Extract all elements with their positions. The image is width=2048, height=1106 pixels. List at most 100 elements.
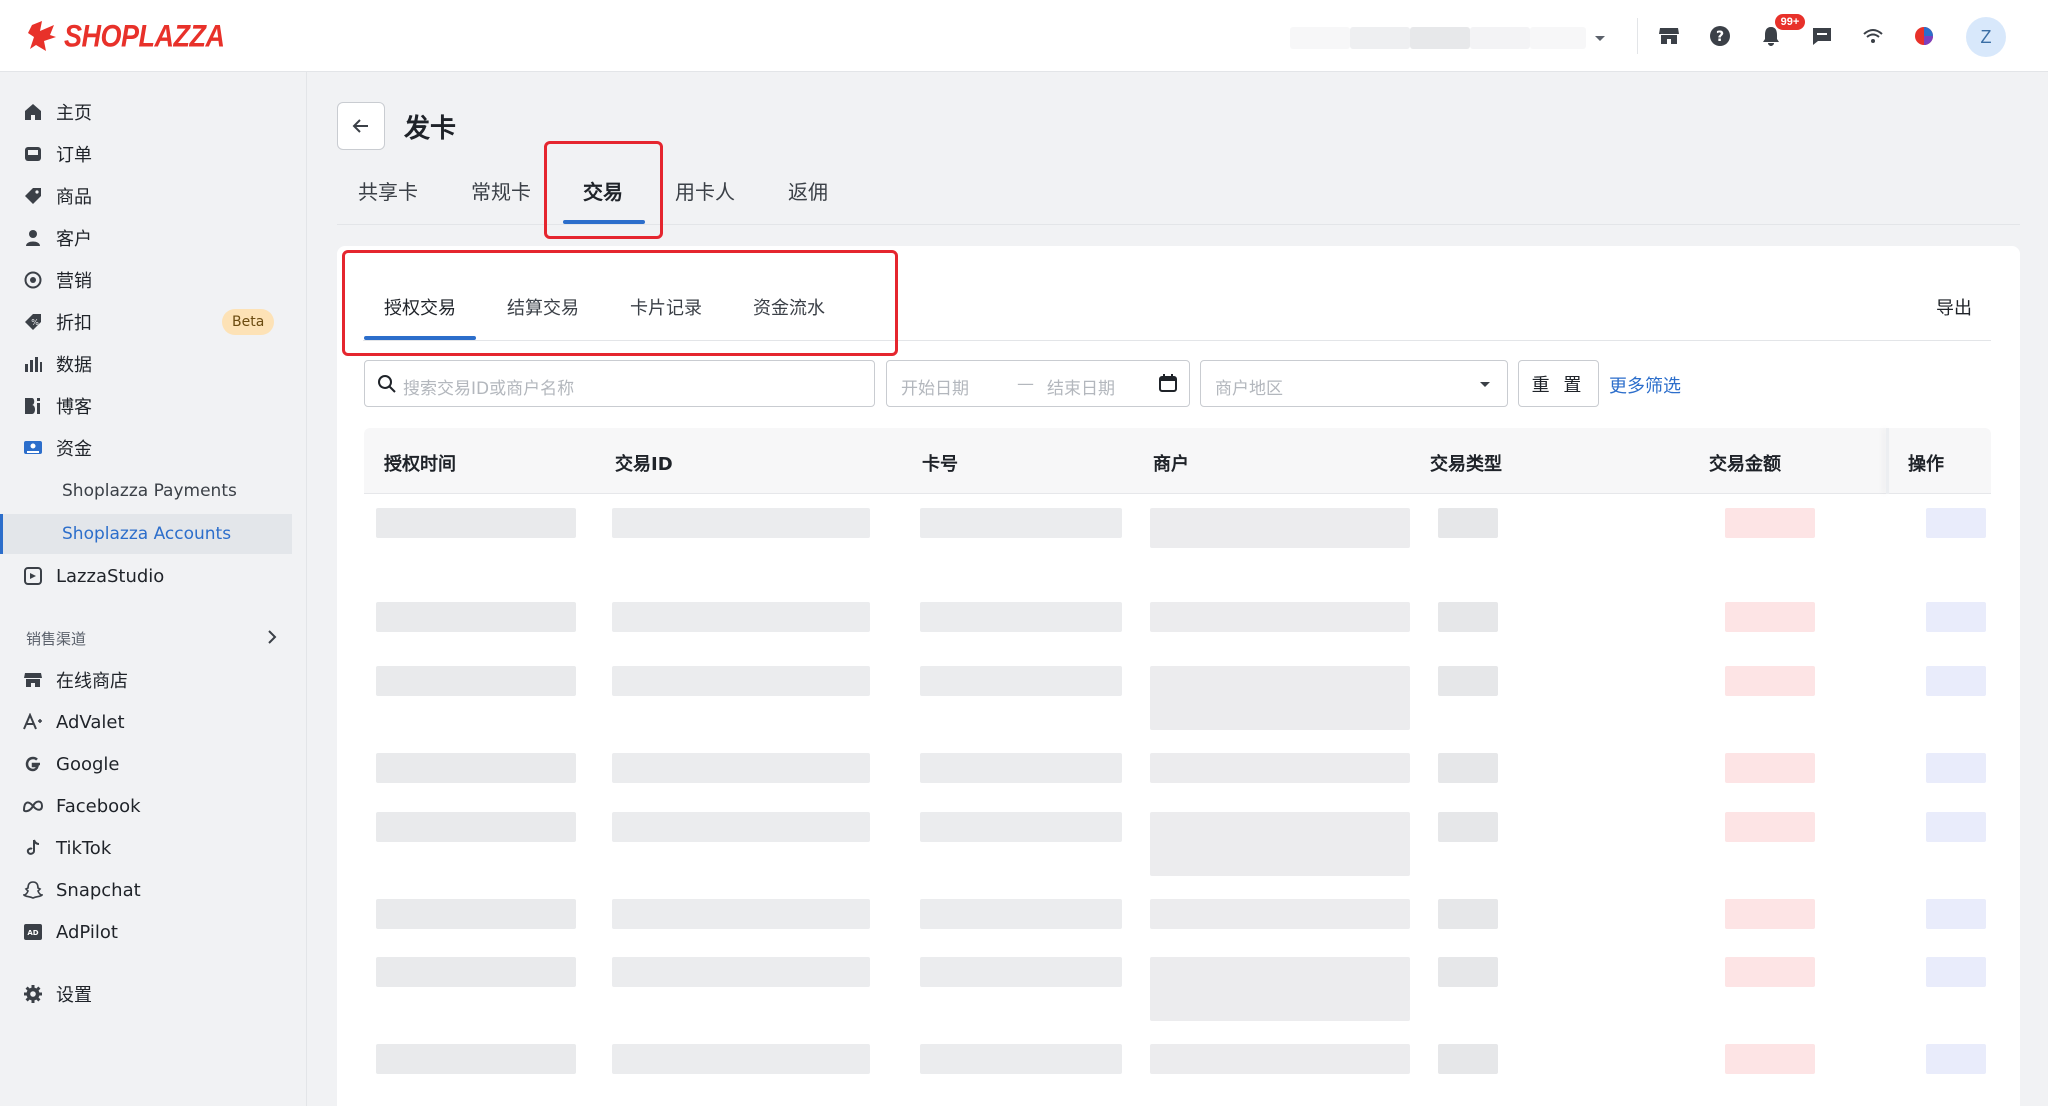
sidebar-item-label: 营销 [56,271,92,292]
arrow-left-icon [352,119,368,133]
calendar-icon [1159,374,1177,392]
blurred-cell [612,508,870,538]
reset-button[interactable]: 重 置 [1518,360,1599,407]
blurred-cell [1926,1044,1986,1074]
region-placeholder: 商户地区 [1215,379,1283,399]
color-ball-icon[interactable] [1910,22,1938,50]
search-icon [378,375,396,393]
end-date-placeholder: 结束日期 [1047,379,1115,399]
column-auth-time: 授权时间 [384,454,456,475]
highlight-box-tab [544,141,663,239]
search-input[interactable]: 搜索交易ID或商户名称 [364,360,875,407]
blurred-cell [1150,508,1410,548]
sidebar-item-snapchat[interactable]: Snapchat [0,870,292,910]
merchant-region-select[interactable]: 商户地区 [1200,360,1508,407]
search-placeholder: 搜索交易ID或商户名称 [403,379,575,399]
tiktok-icon [22,837,44,859]
blurred-cell [920,508,1122,538]
store-name-blur [1530,27,1586,49]
store-selector[interactable] [1290,26,1610,50]
sidebar-item-marketing[interactable]: 营销 [0,260,292,300]
brand-name: SHOPLAZZA [64,18,225,53]
store-name-blur [1350,27,1410,49]
blurred-cell [376,812,576,842]
sidebar-item-home[interactable]: 主页 [0,92,292,132]
column-transaction-id: 交易ID [615,454,673,475]
sidebar-item-finance[interactable]: 资金 [0,428,292,468]
blurred-cell [1150,602,1410,632]
sidebar-item-discounts[interactable]: % 折扣 Beta [0,302,292,342]
start-date-placeholder: 开始日期 [901,379,969,399]
help-icon[interactable]: ? [1706,22,1734,50]
blurred-cell [1150,666,1410,730]
blurred-cell [612,753,870,783]
sidebar-item-label: AdPilot [56,921,118,943]
store-name-blur [1410,27,1470,49]
tab-shared-card[interactable]: 共享卡 [358,176,418,205]
sidebar-item-label: 设置 [56,985,92,1006]
sidebar-item-analytics[interactable]: 数据 [0,344,292,384]
blurred-cell [1926,508,1986,538]
blurred-cell [920,957,1122,987]
tab-cardholders[interactable]: 用卡人 [675,176,735,205]
blurred-cell [612,899,870,929]
blurred-cell [1150,812,1410,876]
blurred-cell [1926,753,1986,783]
sidebar-item-products[interactable]: 商品 [0,176,292,216]
tab-regular-card[interactable]: 常规卡 [471,176,531,205]
column-merchant: 商户 [1153,454,1189,475]
blurred-cell [376,602,576,632]
sales-channels-label: 销售渠道 [26,629,87,648]
store-name-blur [1290,27,1350,49]
table-row[interactable] [364,1044,1991,1094]
blurred-cell [1150,753,1410,783]
blurred-cell [1438,508,1498,538]
svg-text:AD: AD [27,929,38,937]
sidebar-subitem-shoplazza-accounts[interactable]: Shoplazza Accounts [0,514,292,554]
sidebar-item-label: Shoplazza Payments [62,481,237,501]
blurred-cell [1150,899,1410,929]
target-icon [22,269,44,291]
blurred-cell [1926,602,1986,632]
sidebar-item-label: 商品 [56,187,92,208]
sidebar-item-advalet[interactable]: AdValet [0,702,292,742]
sidebar-item-google[interactable]: Google [0,744,292,784]
export-button[interactable]: 导出 [1936,294,1972,320]
store-icon[interactable] [1655,22,1683,50]
blurred-cell [1926,812,1986,842]
blurred-cell [1725,899,1815,929]
chevron-down-icon [1480,382,1490,387]
date-range-picker[interactable]: 开始日期 — 结束日期 [886,360,1190,407]
adpilot-icon: AD [22,921,44,943]
sidebar-item-customers[interactable]: 客户 [0,218,292,258]
blurred-cell [612,602,870,632]
column-actions: 操作 [1908,454,1944,475]
snapchat-icon [22,879,44,901]
blurred-cell [1438,957,1498,987]
money-icon [22,437,44,459]
sidebar-item-lazzastudio[interactable]: LazzaStudio [0,556,292,596]
blurred-cell [920,812,1122,842]
sidebar-item-settings[interactable]: 设置 [0,974,292,1014]
blurred-cell [1725,812,1815,842]
top-bar: SHOPLAZZA ? 99+ Z [0,0,2048,72]
sidebar-item-blog[interactable]: 博客 [0,386,292,426]
blurred-cell [376,666,576,696]
sidebar-item-facebook[interactable]: Facebook [0,786,292,826]
sticky-column-divider [1886,428,1889,494]
blurred-cell [1438,753,1498,783]
back-button[interactable] [337,102,385,150]
sidebar-item-tiktok[interactable]: TikTok [0,828,292,868]
tab-rebates[interactable]: 返佣 [788,176,828,205]
sidebar-item-adpilot[interactable]: AD AdPilot [0,912,292,952]
sidebar-item-orders[interactable]: 订单 [0,134,292,174]
sales-channels-header[interactable]: 销售渠道 [0,618,292,658]
more-filters-link[interactable]: 更多筛选 [1609,372,1681,398]
sidebar-subitem-shoplazza-payments[interactable]: Shoplazza Payments [0,471,292,511]
sidebar-item-online-store[interactable]: 在线商店 [0,660,292,700]
shoplazza-logo[interactable]: SHOPLAZZA [28,18,225,54]
blurred-cell [1926,899,1986,929]
user-avatar[interactable]: Z [1966,17,2006,57]
wifi-icon[interactable] [1859,22,1887,50]
chat-icon[interactable] [1808,22,1836,50]
